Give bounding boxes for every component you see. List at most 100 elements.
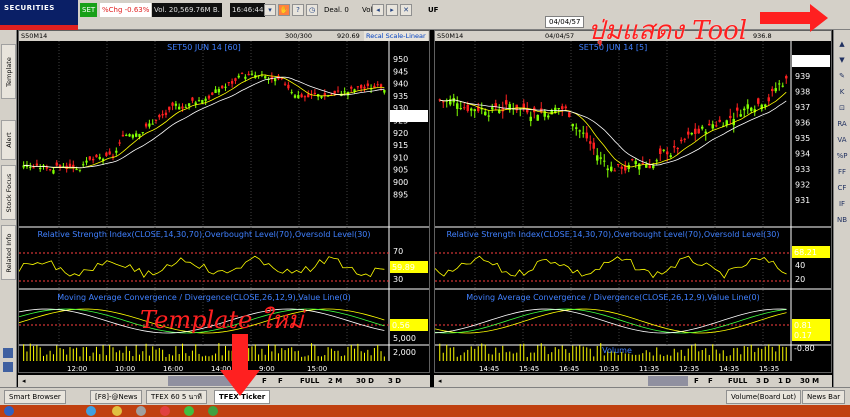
left-nav-2m[interactable]: 2 M — [328, 375, 342, 387]
folder-icon[interactable] — [112, 406, 122, 416]
rsi-tick: 40 — [795, 261, 805, 270]
candle-body — [589, 141, 592, 144]
app-icon-2[interactable] — [160, 406, 170, 416]
candle-body — [161, 114, 164, 116]
rsi-tick: 70 — [393, 247, 403, 256]
right-nav-full[interactable]: FULL — [728, 375, 747, 387]
candle-body — [466, 104, 469, 111]
macd-value: 0.81 — [794, 321, 812, 330]
left-sidebar: Template Alert Stock Focus Related Info — [0, 30, 17, 387]
tool-strip-item[interactable]: %P — [836, 150, 848, 162]
toolbar-btn-a[interactable]: ◂ — [372, 4, 384, 16]
tool-strip-item[interactable]: ⊡ — [836, 102, 848, 114]
right-nav-f2[interactable]: F — [708, 375, 713, 387]
right-tool-strip: ▲ ▼ ✎ K ⊡ RA VA %P FF CF IF NB — [833, 30, 850, 387]
sidebar-icon-1[interactable] — [3, 348, 13, 358]
candle-body — [237, 75, 240, 78]
tab-tfex-60[interactable]: TFEX 60 5 นาที — [146, 390, 207, 404]
chrome-icon[interactable] — [184, 406, 194, 416]
candle-body — [247, 73, 250, 76]
tool-strip-item[interactable]: FF — [836, 166, 848, 178]
left-nav-f2[interactable]: F — [278, 375, 283, 387]
candle-body — [336, 90, 340, 92]
sidebar-icon-2[interactable] — [3, 362, 13, 372]
sidebar-tab-template[interactable]: Template — [1, 44, 16, 99]
time-label: 15:45 — [519, 365, 539, 373]
candle-body — [118, 142, 121, 144]
time-label: 14:45 — [479, 365, 499, 373]
tool-strip-item[interactable]: IF — [836, 198, 848, 210]
tab-news[interactable]: [F8]-@News — [90, 390, 143, 404]
left-nav-f1[interactable]: F — [262, 375, 267, 387]
app-icon-1[interactable] — [136, 406, 146, 416]
trading-app-window: SECURITIES SET %Chg -0.63% Vol. 20,569.7… — [0, 0, 850, 417]
help-icon[interactable]: ? — [292, 4, 304, 16]
candle-body — [197, 100, 201, 102]
tool-strip-item[interactable]: CF — [836, 182, 848, 194]
candle-body — [456, 103, 459, 109]
candle-body — [293, 95, 297, 98]
left-nav-full[interactable]: FULL — [300, 375, 319, 387]
candle-body — [599, 157, 602, 159]
recal-scale-button[interactable]: Recal Scale-Linear — [364, 31, 428, 41]
cross-icon[interactable]: ✕ — [400, 4, 412, 16]
time-label: 9:00 — [259, 365, 275, 373]
left-nav-3d[interactable]: 3 D — [388, 375, 401, 387]
macd-tick: -0.80 — [794, 344, 815, 353]
set-index-label: SET — [80, 3, 98, 17]
candle-body — [194, 102, 197, 105]
right-chart-panel[interactable]: S50M14 04/04/57 936.8 SET50 JUN 14 [5] 93… — [434, 30, 832, 383]
scroll-left-icon-2[interactable]: ◂ — [438, 375, 442, 387]
candle-body — [564, 106, 567, 109]
right-nav-30m[interactable]: 30 M — [800, 375, 819, 387]
price-tick: 936 — [795, 119, 810, 128]
tool-strip-item[interactable]: K — [836, 86, 848, 98]
scroll-left-icon[interactable]: ◂ — [22, 375, 26, 387]
candle-body — [774, 88, 777, 92]
candle-body — [138, 133, 141, 137]
candle-body — [729, 115, 732, 119]
ie-icon[interactable] — [86, 406, 96, 416]
tool-strip-item[interactable]: ▼ — [836, 54, 848, 66]
volume-tick: 5,000 — [393, 334, 416, 343]
candle-body — [191, 97, 194, 101]
candle-body — [313, 92, 317, 95]
candle-body — [463, 107, 466, 109]
candle-body — [307, 94, 310, 98]
right-scrollbar[interactable] — [648, 376, 688, 386]
candle-body — [743, 108, 746, 111]
candle-body — [217, 89, 221, 93]
volume-board-lot[interactable]: Volume(Board Lot) — [726, 390, 802, 404]
left-nav-30d[interactable]: 30 D — [356, 375, 374, 387]
sidebar-tab-related-info[interactable]: Related Info — [1, 225, 16, 280]
left-price-partial: 920.69 — [337, 32, 360, 40]
toolbar-btn-b[interactable]: ▸ — [386, 4, 398, 16]
right-nav-3d[interactable]: 3 D — [756, 375, 769, 387]
news-bar[interactable]: News Bar — [802, 390, 846, 404]
candle-body — [178, 106, 181, 110]
candle-body — [350, 86, 353, 89]
dropdown-icon[interactable]: ▾ — [264, 4, 276, 16]
candle-body — [442, 101, 445, 103]
candle-body — [366, 83, 369, 86]
sidebar-tab-alert[interactable]: Alert — [1, 120, 16, 160]
clock-icon[interactable]: ◷ — [306, 4, 318, 16]
tool-strip-item[interactable]: VA — [836, 134, 848, 146]
tab-smart-browser[interactable]: Smart Browser — [4, 390, 66, 404]
right-nav-f1[interactable]: F — [694, 375, 699, 387]
line-icon[interactable] — [208, 406, 218, 416]
candle-body — [287, 84, 290, 89]
candle-body — [659, 148, 662, 155]
candle-body — [708, 123, 711, 126]
sidebar-tab-stock-focus[interactable]: Stock Focus — [1, 165, 16, 220]
right-nav-1d[interactable]: 1 D — [778, 375, 791, 387]
hand-icon[interactable]: ✋ — [278, 4, 290, 16]
candle-body — [606, 168, 609, 171]
date-field[interactable]: 04/04/57 — [545, 16, 585, 28]
tool-strip-item[interactable]: RA — [836, 118, 848, 130]
tool-strip-item[interactable]: NB — [836, 214, 848, 226]
candle-body — [174, 103, 178, 106]
start-icon[interactable] — [4, 406, 14, 416]
tool-strip-item[interactable]: ✎ — [836, 70, 848, 82]
tool-strip-item[interactable]: ▲ — [836, 38, 848, 50]
